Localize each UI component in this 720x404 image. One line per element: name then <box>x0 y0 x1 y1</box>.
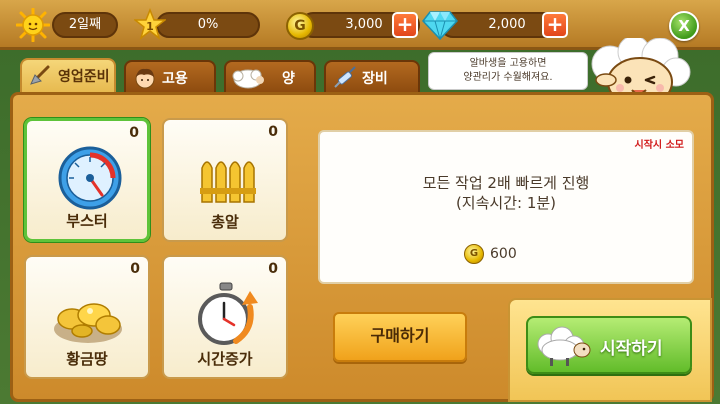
start-button-label: 시작하기 <box>600 339 663 359</box>
bullets-icon <box>200 161 256 203</box>
star-icon: 1 <box>134 8 166 40</box>
progress-percent: 0% <box>156 12 260 38</box>
hint-line-1: 알바생을 고용하면 <box>469 58 547 69</box>
item-label: 부스터 <box>66 212 108 230</box>
item-label: 시간증가 <box>197 350 253 368</box>
item-time-increase[interactable]: 0 시간증가 <box>162 255 288 379</box>
syringe-icon <box>334 66 356 88</box>
hint-line-2: 양관리가 수월해져요. <box>463 72 553 83</box>
sun-icon <box>16 8 50 42</box>
coin-icon: G <box>286 12 314 40</box>
description-line-1: 모든 작업 2배 빠르게 진행 <box>422 174 590 192</box>
tab-sales-prep[interactable]: 영업준비 <box>20 58 116 94</box>
item-booster[interactable]: 0 부스터 <box>24 118 150 242</box>
item-label: 총알 <box>211 213 239 231</box>
tab-label: 고용 <box>162 71 188 87</box>
stopwatch-icon <box>198 282 258 345</box>
tab-hire[interactable]: 고용 <box>124 60 216 92</box>
add-coins-button[interactable]: + <box>392 12 418 38</box>
day-counter: 2일째 <box>52 12 118 38</box>
item-count: 0 <box>268 124 278 140</box>
item-description-card: 시작시 소모 모든 작업 2배 빠르게 진행 (지속시간: 1분) G 600 <box>318 130 694 284</box>
shovel-icon <box>30 65 50 85</box>
item-bullets[interactable]: 0 총알 <box>162 118 288 242</box>
tab-equipment[interactable]: 장비 <box>324 60 420 92</box>
item-gold-land[interactable]: 0 황금땅 <box>24 255 150 379</box>
item-price: 600 <box>490 246 517 262</box>
hint-tooltip: 알바생을 고용하면 양관리가 수월해져요. <box>428 52 588 90</box>
gold-land-icon <box>54 303 122 343</box>
tab-sheep[interactable]: 양 <box>224 60 316 92</box>
star-level: 1 <box>146 20 154 33</box>
start-button[interactable]: 시작하기 <box>526 316 692 374</box>
tab-label: 장비 <box>362 71 388 87</box>
diamond-icon <box>422 11 458 40</box>
item-count: 0 <box>129 125 139 141</box>
worker-face-icon <box>135 68 155 89</box>
item-label: 황금땅 <box>66 350 108 368</box>
gauge-icon <box>58 146 122 210</box>
description-line-2: (지속시간: 1분) <box>455 194 557 212</box>
tab-label: 양 <box>282 71 295 87</box>
coin-icon: G <box>464 244 484 264</box>
sheep-icon <box>232 69 264 89</box>
tab-label: 영업준비 <box>58 69 110 85</box>
buy-button[interactable]: 구매하기 <box>333 312 467 362</box>
add-gems-button[interactable]: + <box>542 12 568 38</box>
sheep-icon <box>537 326 591 366</box>
close-button[interactable]: X <box>669 11 699 41</box>
item-count: 0 <box>130 261 140 277</box>
item-count: 0 <box>268 261 278 277</box>
cost-on-start-label: 시작시 소모 <box>634 140 684 151</box>
